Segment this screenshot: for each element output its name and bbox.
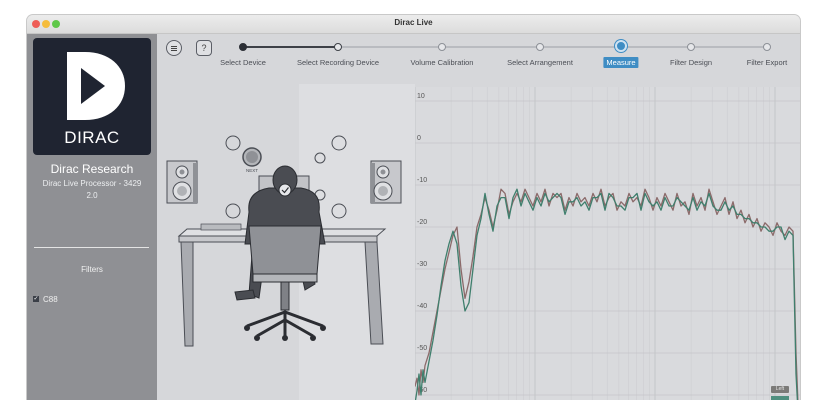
sidebar-divider (34, 247, 149, 248)
step-label-5[interactable]: Measure (603, 57, 639, 68)
frequency-response-chart: 10 0 -10 -20 -30 -40 -50 -60 (414, 87, 800, 400)
filter-checkbox[interactable]: ✓ (33, 296, 39, 302)
y-tick-label: -50 (417, 345, 427, 352)
company-name: Dirac Research (50, 162, 134, 176)
filter-name: C88 (43, 295, 58, 304)
y-tick-label: -20 (417, 219, 427, 226)
step-label-7[interactable]: Filter Export (747, 58, 787, 67)
product-name: Dirac Live Processor - 3429 (42, 179, 142, 188)
step-track-complete (243, 46, 338, 48)
step-dot-7[interactable] (763, 43, 771, 51)
step-dot-5[interactable] (615, 40, 627, 52)
filters-heading: Filters (81, 265, 103, 274)
step-dot-4[interactable] (536, 43, 544, 51)
y-tick-label: 10 (417, 93, 425, 100)
app-window: Dirac Live DIRAC Dirac Research Dirac Li… (27, 15, 800, 400)
step-dot-1[interactable] (239, 43, 247, 51)
sidebar: DIRAC Dirac Research Dirac Live Processo… (27, 34, 157, 400)
step-label-2[interactable]: Select Recording Device (297, 58, 379, 67)
right-speaker-icon (370, 160, 402, 204)
step-dot-2[interactable] (334, 43, 342, 51)
next-position-marker (242, 147, 262, 167)
y-tick-label: -10 (417, 177, 427, 184)
title-bar: Dirac Live (27, 15, 800, 34)
left-speaker-icon (166, 160, 198, 204)
step-dot-3[interactable] (438, 43, 446, 51)
chart-canvas: 100-10-20-30-40-50-60 (414, 87, 800, 400)
step-progress: Select Device Select Recording Device Volu… (157, 34, 800, 84)
step-label-3[interactable]: Volume Calibration (411, 58, 474, 67)
y-tick-label: -30 (417, 261, 427, 268)
window-title: Dirac Live (394, 18, 433, 27)
step-label-1[interactable]: Select Device (220, 58, 266, 67)
y-tick-label: -40 (417, 303, 427, 310)
next-position-label: NEXT (246, 168, 258, 173)
step-label-4[interactable]: Select Arrangement (507, 58, 573, 67)
measurement-illustration: NEXT (157, 84, 415, 400)
y-tick-label: 0 (417, 135, 421, 142)
legend-left-badge[interactable]: Left (771, 386, 789, 393)
step-label-6[interactable]: Filter Design (670, 58, 712, 67)
step-dot-6[interactable] (687, 43, 695, 51)
legend-bar (771, 396, 789, 400)
dirac-logo: DIRAC (33, 38, 151, 155)
version-number: 2.0 (86, 191, 98, 200)
main-panel: ? Select Device Select Recording Device Vo… (157, 34, 800, 400)
logo-text: DIRAC (64, 128, 120, 147)
